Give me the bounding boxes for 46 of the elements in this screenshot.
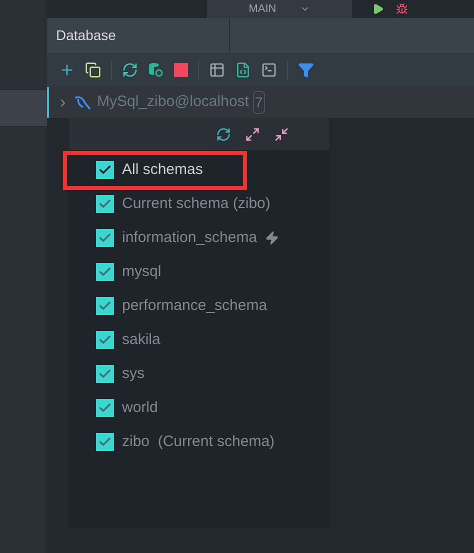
checkbox[interactable] xyxy=(96,263,114,281)
checkbox[interactable] xyxy=(96,297,114,315)
connection-name: MySql_zibo@localhost xyxy=(97,92,249,112)
copy-icon[interactable] xyxy=(85,62,101,78)
run-icon[interactable] xyxy=(372,3,384,15)
check-icon xyxy=(98,197,112,211)
refresh-icon[interactable] xyxy=(122,62,138,78)
expand-icon[interactable] xyxy=(245,126,260,142)
collapse-icon[interactable] xyxy=(274,126,289,142)
checkbox[interactable] xyxy=(96,331,114,349)
configuration-dropdown[interactable]: MAIN xyxy=(207,0,352,18)
schema-label: sakila xyxy=(122,330,160,350)
checkbox[interactable] xyxy=(96,433,114,451)
schema-label: zibo (Current schema) xyxy=(122,432,275,452)
schema-label: sys xyxy=(122,364,144,384)
check-icon xyxy=(98,367,112,381)
checkbox[interactable] xyxy=(96,229,114,247)
filter-icon[interactable] xyxy=(298,62,314,78)
add-icon[interactable] xyxy=(59,62,75,78)
database-search-icon[interactable] xyxy=(148,62,164,78)
check-icon xyxy=(98,435,112,449)
check-icon xyxy=(98,163,112,177)
side-panel xyxy=(0,90,47,126)
schema-label: performance_schema xyxy=(122,296,268,316)
check-icon xyxy=(98,231,112,245)
check-icon xyxy=(98,401,112,415)
schema-label: Current schema (zibo) xyxy=(122,194,270,214)
connection-row[interactable]: MySql_zibo@localhost 7 xyxy=(47,87,474,118)
checkbox[interactable] xyxy=(96,399,114,417)
schema-label: information_schema xyxy=(122,228,258,248)
schema-count: 7 xyxy=(252,91,265,114)
table-icon[interactable] xyxy=(209,62,225,78)
console-icon[interactable] xyxy=(261,62,277,78)
check-icon xyxy=(98,333,112,347)
schema-label: mysql xyxy=(122,262,162,282)
checkbox[interactable] xyxy=(96,365,114,383)
schema-label: world xyxy=(122,398,158,418)
checkbox[interactable] xyxy=(96,195,114,213)
checkbox[interactable] xyxy=(96,161,114,179)
refresh-icon[interactable] xyxy=(216,126,231,142)
dolphin-icon xyxy=(73,94,93,110)
check-icon xyxy=(98,299,112,313)
check-icon xyxy=(98,265,112,279)
debug-icon[interactable] xyxy=(396,3,408,15)
file-code-icon[interactable] xyxy=(235,62,251,78)
schema-label: All schemas xyxy=(122,160,203,180)
